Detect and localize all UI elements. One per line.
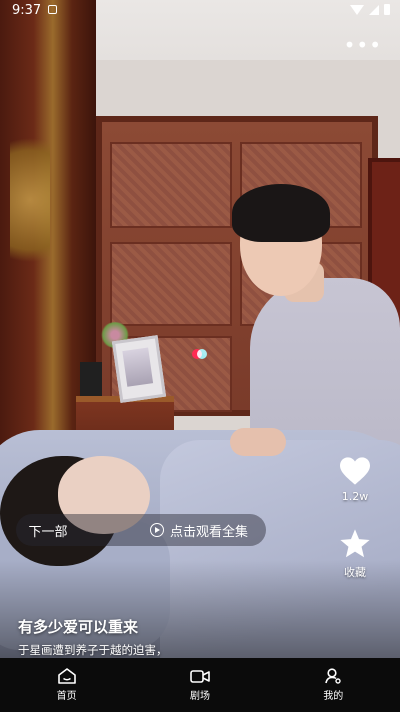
loading-indicator-icon <box>192 349 207 361</box>
next-drama-button[interactable]: 下一部 <box>16 521 80 540</box>
bottom-nav: 首页 剧场 我的 <box>0 658 400 712</box>
drama-description[interactable]: 于星画遭到养子于越的迫害， <box>18 642 168 658</box>
more-dots-icon[interactable]: ••• <box>344 35 382 55</box>
episode-bar: 下一部 点击观看全集 <box>16 514 266 546</box>
video-icon <box>190 669 210 683</box>
wifi-icon <box>350 4 364 15</box>
nav-home-label: 首页 <box>56 691 77 702</box>
drama-player-screen: 9:37 ••• 1.2w 收藏 下一部 点击观看全集 有多少爱可以重来 于星画… <box>0 0 400 712</box>
home-icon <box>57 668 76 684</box>
like-count: 1.2w <box>341 490 369 503</box>
like-button[interactable]: 1.2w <box>324 456 386 503</box>
nav-profile-label: 我的 <box>323 691 344 702</box>
nav-home[interactable]: 首页 <box>0 658 133 712</box>
signal-icon <box>369 4 379 15</box>
scene-hands <box>230 428 286 456</box>
drama-title[interactable]: 有多少爱可以重来 <box>18 616 138 637</box>
profile-icon <box>325 668 342 684</box>
scene-man-hair <box>232 184 330 242</box>
heart-icon <box>340 457 370 485</box>
watch-all-button[interactable]: 点击观看全集 <box>90 521 248 540</box>
status-time: 9:37 <box>12 3 42 18</box>
battery-icon <box>384 4 390 15</box>
collect-button[interactable]: 收藏 <box>324 528 386 580</box>
scene-lamp <box>80 362 102 396</box>
notification-icon <box>48 5 57 14</box>
watch-all-label: 点击观看全集 <box>170 524 249 540</box>
nav-theater[interactable]: 剧场 <box>133 658 266 712</box>
star-icon <box>340 529 370 558</box>
nav-theater-label: 剧场 <box>189 690 210 702</box>
nav-profile[interactable]: 我的 <box>267 658 400 712</box>
collect-label: 收藏 <box>344 566 366 579</box>
play-circle-icon <box>150 523 164 537</box>
scene-photo-frame <box>111 335 167 403</box>
status-bar: 9:37 <box>0 0 400 22</box>
